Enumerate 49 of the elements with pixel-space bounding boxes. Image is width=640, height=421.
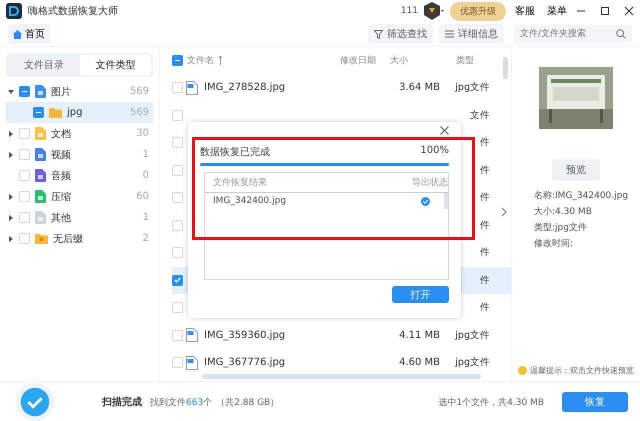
file-type: jpg文件 [455,356,490,370]
item-count: 60 [136,191,149,202]
item-count: 30 [136,128,149,139]
file-type: 件 [480,274,490,287]
file-type: 件 [480,301,490,314]
file-size: 4.60 MB [399,357,440,368]
file-type: 件 [480,136,490,150]
window-title: 嗨格式数据恢复大师 [28,4,119,18]
file-type: 文件 [470,108,490,122]
tip-text: 温馨提示：双击文件快速预览 [530,365,634,376]
file-type: jpg文件 [455,81,490,94]
file-type: 件 [480,218,490,232]
file-name: IMG_367776.jpg [204,357,286,368]
file-info: 名称:IMG_342400.jpg [534,190,628,202]
item-count: 569 [130,86,149,97]
result-file-name: IMG_342400.jpg [213,196,286,206]
item-label: 音频 [51,170,72,182]
scan-status: 扫描完成 [102,395,142,409]
file-size: 3.64 MB [399,82,440,94]
selection-summary: 选中1个文件，共4.30 MB [438,396,544,408]
file-type: 件 [480,164,490,177]
item-label: 文档 [51,128,72,140]
item-count: 0 [142,170,149,181]
file-type: jpg文件 [455,328,490,342]
progress-percent: 100% [420,145,449,158]
dialog-title: 数据恢复已完成 [200,146,270,159]
item-label: 图片 [51,86,72,98]
found-summary: 找到文件663个 [150,396,212,408]
item-count: 2 [142,233,149,244]
item-count: 1 [142,149,149,160]
file-info: 类型:jpg文件 [534,222,588,234]
item-label: jpg [67,107,84,118]
file-info: 大小:4.30 MB [534,206,593,218]
file-info: 修改时间: [534,238,574,250]
file-type: 件 [480,191,490,204]
column-header: 导出状态 [412,176,448,189]
item-count: 1 [142,212,149,223]
item-label: 无后缀 [53,232,84,246]
item-label: 视频 [51,148,72,162]
user-id: 111 [400,6,418,16]
item-label: 压缩 [51,190,72,204]
total-size: （共2.88 GB） [216,396,280,408]
file-size: 4.11 MB [399,330,440,341]
file-name: IMG_359360.jpg [204,330,286,341]
item-label: 其他 [51,212,72,224]
file-type: 件 [480,246,490,260]
column-header: 文件恢复结果 [213,176,267,189]
item-count: 569 [130,107,149,118]
file-name: IMG_278528.jpg [204,82,286,94]
